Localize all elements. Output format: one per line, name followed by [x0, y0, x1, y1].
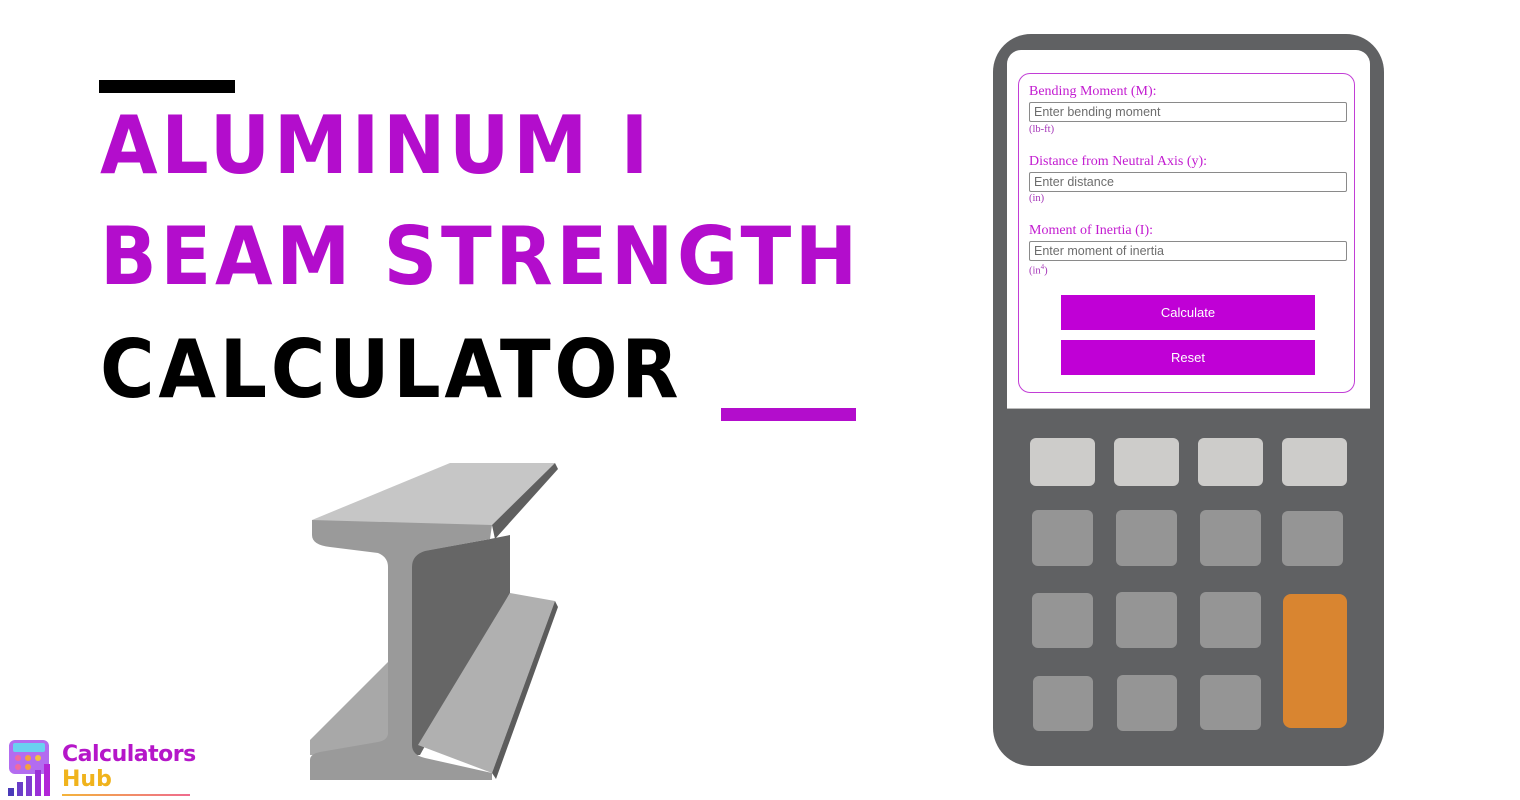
calculator-key [1200, 510, 1261, 566]
distance-unit: (in) [1029, 193, 1045, 204]
calculate-button[interactable]: Calculate [1061, 295, 1315, 330]
unit-close: ) [1044, 265, 1048, 277]
logo-underline [62, 794, 190, 796]
bending-moment-unit: (lb-ft) [1029, 124, 1055, 135]
calculator-key [1033, 676, 1093, 731]
calculator-key [1030, 438, 1095, 486]
logo-text-hub: Hub [62, 767, 112, 792]
moment-of-inertia-unit: (in4) [1029, 263, 1048, 277]
bending-moment-input[interactable] [1029, 102, 1347, 122]
calculator-key [1117, 675, 1177, 731]
calculator-device: Bending Moment (M): (lb-ft) Distance fro… [993, 34, 1384, 766]
calculators-hub-logo[interactable]: Calculators Hub [6, 738, 196, 800]
title-line-3: Calculator [100, 323, 683, 416]
calculator-key [1116, 592, 1177, 648]
bending-moment-label: Bending Moment (M): [1029, 84, 1157, 99]
moment-of-inertia-input[interactable] [1029, 241, 1347, 261]
moment-of-inertia-label: Moment of Inertia (I): [1029, 223, 1154, 238]
calculator-key [1032, 593, 1093, 648]
calculator-key [1282, 438, 1347, 486]
calculator-screen: Bending Moment (M): (lb-ft) Distance fro… [1007, 50, 1370, 409]
calculator-logo-icon [8, 740, 50, 796]
calculator-key [1114, 438, 1179, 486]
calculator-equals-key [1283, 594, 1347, 728]
reset-button[interactable]: Reset [1061, 340, 1315, 375]
title-underline-bar [721, 408, 856, 421]
calculator-key [1200, 675, 1261, 730]
calculator-key [1116, 510, 1177, 566]
logo-text-calculators: Calculators [62, 742, 196, 767]
calculator-key [1200, 592, 1261, 648]
i-beam-illustration [310, 463, 558, 780]
calculator-key [1198, 438, 1263, 486]
beam-strength-form: Bending Moment (M): (lb-ft) Distance fro… [1018, 73, 1355, 393]
title-top-bar [99, 80, 235, 93]
title-line-2: Beam Strength [100, 210, 861, 303]
calculator-key [1282, 511, 1343, 566]
unit-base: (in [1029, 265, 1041, 277]
distance-label: Distance from Neutral Axis (y): [1029, 154, 1208, 169]
title-line-1: Aluminum I [100, 99, 652, 192]
calculator-key [1032, 510, 1093, 566]
distance-input[interactable] [1029, 172, 1347, 192]
